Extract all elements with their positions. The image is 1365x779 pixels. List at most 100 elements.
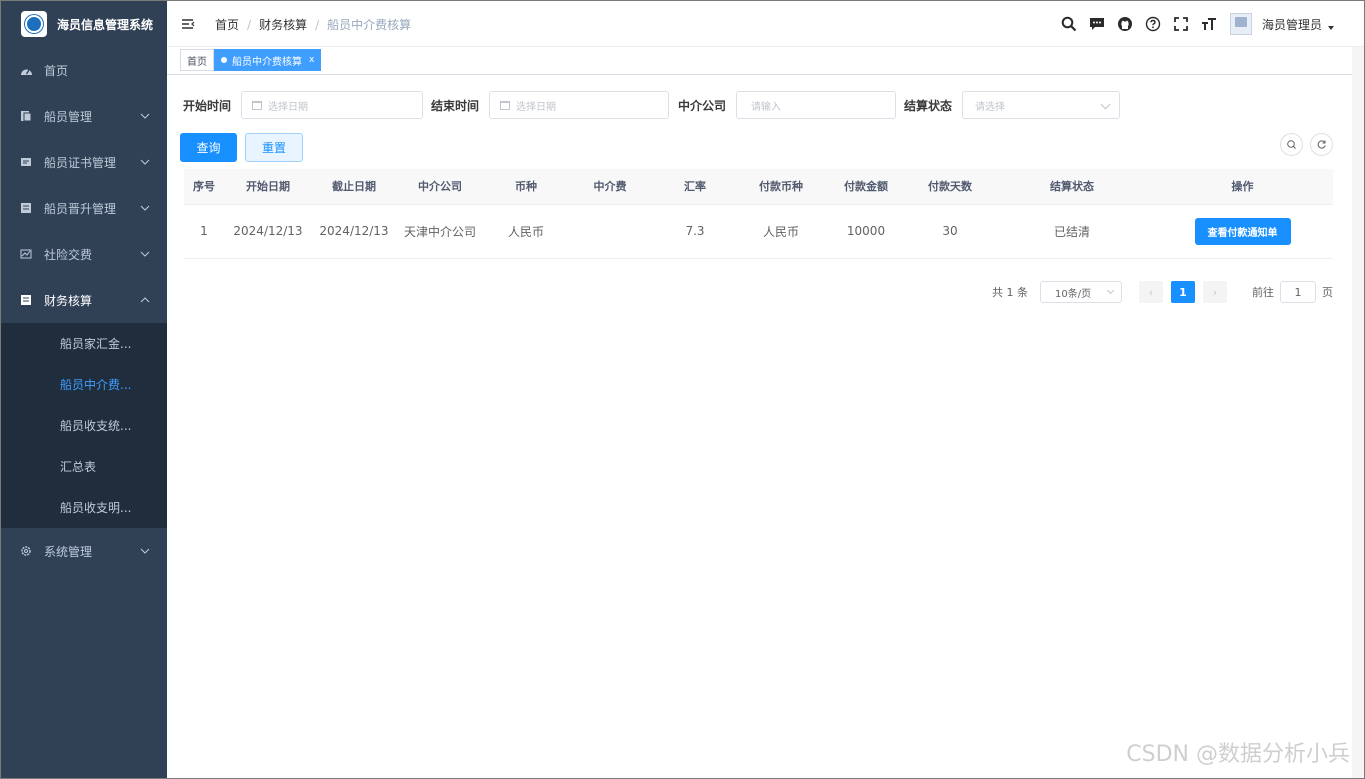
end-date-placeholder: 选择日期 <box>516 101 557 113</box>
sidebar: 海员信息管理系统 首页 船员管理 船员证书管理 船员晋升管理 社险交费 财务核算… <box>1 1 167 778</box>
tag-agency-fee[interactable]: 船员中介费核算 x <box>214 49 322 71</box>
pagination-total: 共 1 条 <box>992 286 1028 299</box>
sidebar-item-label: 船员管理 <box>44 109 93 124</box>
gear-icon <box>19 545 33 557</box>
submenu-item-income-stats[interactable]: 船员收支统... <box>1 405 167 446</box>
end-time-label: 结束时间 <box>431 98 480 113</box>
view-payment-notice-button[interactable]: 查看付款通知单 <box>1194 217 1291 245</box>
certificate-icon <box>19 156 33 168</box>
table-cell: 天津中介公司 <box>396 204 484 259</box>
logo-icon <box>21 11 47 37</box>
goto-page-input[interactable]: 1 <box>1280 281 1316 303</box>
column-header: 开始日期 <box>224 169 312 205</box>
chevron-down-icon <box>140 548 150 554</box>
status-select[interactable]: 请选择 <box>962 91 1121 119</box>
start-time-label: 开始时间 <box>183 98 232 113</box>
column-header: 汇率 <box>652 169 738 205</box>
document-icon <box>19 202 33 214</box>
toggle-search-button[interactable] <box>1280 133 1303 156</box>
table-cell: 2024/12/13 <box>312 204 396 259</box>
tags-view: 首页 船员中介费核算 x <box>167 47 1364 75</box>
refresh-icon <box>1317 140 1326 149</box>
hamburger-icon[interactable] <box>181 17 195 31</box>
table-cell: 已结清 <box>992 204 1152 259</box>
sidebar-item-promotion[interactable]: 船员晋升管理 <box>1 185 167 231</box>
column-header: 中介公司 <box>396 169 484 205</box>
query-button[interactable]: 查询 <box>180 133 237 162</box>
table-cell: 1 <box>184 204 224 259</box>
start-date-placeholder: 选择日期 <box>268 101 309 113</box>
app-window: 海员信息管理系统 首页 船员管理 船员证书管理 船员晋升管理 社险交费 财务核算… <box>0 0 1365 779</box>
scrollbar[interactable] <box>1352 47 1364 778</box>
pagination: 共 1 条 10条/页 ‹ 1 › 前往 1 页 <box>992 281 1333 303</box>
prev-page-button[interactable]: ‹ <box>1139 281 1163 303</box>
sidebar-item-label: 船员证书管理 <box>44 155 117 170</box>
column-header: 币种 <box>484 169 568 205</box>
avatar[interactable] <box>1229 13 1252 35</box>
sidebar-item-certificates[interactable]: 船员证书管理 <box>1 139 167 185</box>
tag-home[interactable]: 首页 <box>180 49 214 71</box>
submenu-item-income-detail[interactable]: 船员收支明... <box>1 487 167 528</box>
refresh-button[interactable] <box>1310 133 1333 156</box>
search-icon[interactable] <box>1060 15 1078 33</box>
right-menu: 海员管理员 <box>1050 1 1334 47</box>
help-icon[interactable] <box>1144 15 1162 33</box>
chevron-down-icon <box>1100 99 1111 110</box>
sidebar-item-home[interactable]: 首页 <box>1 47 167 93</box>
sidebar-item-label: 财务核算 <box>44 293 93 308</box>
app-title: 海员信息管理系统 <box>57 17 154 32</box>
search-form: 开始时间 选择日期 结束时间 选择日期 中介公司 请输入 结算状态 请选择 <box>183 91 1121 119</box>
sidebar-item-finance[interactable]: 财务核算 <box>1 277 167 323</box>
table-cell: 10000 <box>824 204 908 259</box>
column-header: 序号 <box>184 169 224 205</box>
company-label: 中介公司 <box>678 98 727 113</box>
sidebar-item-label: 首页 <box>44 63 69 78</box>
next-page-button[interactable]: › <box>1203 281 1227 303</box>
table-row: 1 2024/12/13 2024/12/13 天津中介公司 人民币 7.3 人… <box>184 204 1333 259</box>
column-header: 付款金额 <box>824 169 908 205</box>
navbar: 首页 / 财务核算 / 船员中介费核算 海员管理员 <box>167 1 1364 47</box>
data-table: 序号 开始日期 截止日期 中介公司 币种 中介费 汇率 付款币种 付款金额 付款… <box>184 169 1333 259</box>
font-size-icon[interactable] <box>1200 15 1218 33</box>
submenu-item-agency-fee[interactable]: 船员中介费... <box>1 364 167 405</box>
submenu-item-remittance[interactable]: 船员家汇金... <box>1 323 167 364</box>
sidebar-item-system[interactable]: 系统管理 <box>1 528 167 574</box>
github-icon[interactable] <box>1116 15 1134 33</box>
table-cell: 7.3 <box>652 204 738 259</box>
document-icon <box>19 110 33 122</box>
finance-submenu: 船员家汇金... 船员中介费... 船员收支统... 汇总表 船员收支明... <box>1 323 167 528</box>
reset-button[interactable]: 重置 <box>245 133 303 162</box>
page-number-button[interactable]: 1 <box>1171 281 1195 303</box>
fullscreen-icon[interactable] <box>1172 15 1190 33</box>
chevron-down-icon <box>1106 286 1115 295</box>
main-content: 开始时间 选择日期 结束时间 选择日期 中介公司 请输入 结算状态 请选择 查询… <box>167 75 1364 778</box>
breadcrumb-finance[interactable]: 财务核算 <box>259 16 307 33</box>
page-size-select[interactable]: 10条/页 <box>1040 281 1122 303</box>
start-date-input[interactable]: 选择日期 <box>241 91 424 119</box>
breadcrumb-separator: / <box>315 17 320 32</box>
watermark: CSDN @数据分析小兵 <box>1126 742 1350 767</box>
submenu-item-summary[interactable]: 汇总表 <box>1 446 167 487</box>
search-icon <box>1287 140 1296 149</box>
sidebar-item-insurance[interactable]: 社险交费 <box>1 231 167 277</box>
table-cell <box>568 204 652 259</box>
message-icon[interactable] <box>1088 15 1106 33</box>
column-header: 结算状态 <box>992 169 1152 205</box>
table-cell: 人民币 <box>738 204 824 259</box>
document-icon <box>19 294 33 306</box>
close-icon[interactable]: x <box>309 55 314 65</box>
status-placeholder: 请选择 <box>975 101 1006 113</box>
company-input[interactable]: 请输入 <box>736 91 897 119</box>
end-date-input[interactable]: 选择日期 <box>489 91 670 119</box>
breadcrumb-home[interactable]: 首页 <box>215 16 239 33</box>
username[interactable]: 海员管理员 <box>1262 16 1322 33</box>
column-header: 付款币种 <box>738 169 824 205</box>
table-cell-actions: 查看付款通知单 <box>1152 204 1333 259</box>
caret-down-icon[interactable] <box>1328 26 1334 30</box>
table-cell: 30 <box>908 204 992 259</box>
chart-icon <box>19 248 33 260</box>
chevron-down-icon <box>140 159 150 165</box>
sidebar-item-crew[interactable]: 船员管理 <box>1 93 167 139</box>
logo[interactable]: 海员信息管理系统 <box>1 1 167 47</box>
tag-label: 首页 <box>187 56 207 68</box>
